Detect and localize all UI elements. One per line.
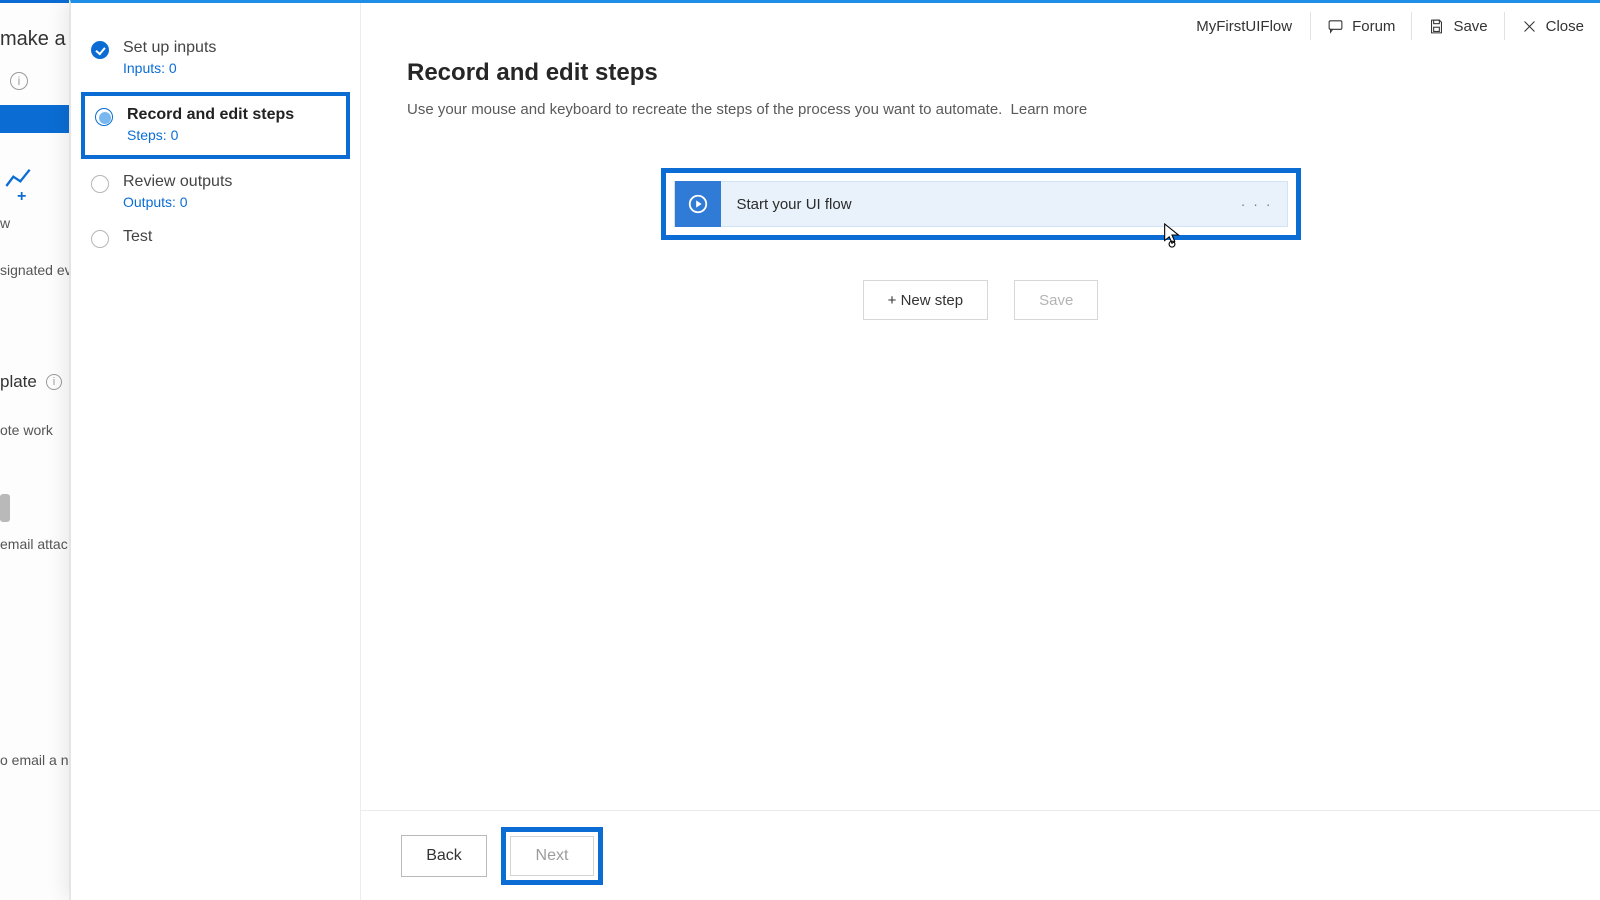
bg-text-fragment: make a flo [0,28,70,51]
background-page: make a flo i + w signated even plate i o… [0,0,70,900]
wizard-step-record[interactable]: Record and edit steps Steps: 0 [81,92,350,159]
info-icon: i [46,374,62,390]
step-subtitle: Steps: 0 [127,127,346,143]
bg-text-fragment: ote work [0,422,53,438]
step-subtitle: Inputs: 0 [123,60,360,76]
back-button[interactable]: Back [401,835,487,877]
start-flow-highlight: Start your UI flow · · · [661,168,1301,240]
bg-button-fragment [0,494,10,522]
new-step-button[interactable]: + New step [863,280,988,320]
step-title: Test [123,228,360,246]
learn-more-link[interactable]: Learn more [1011,101,1088,118]
wizard-sidebar: Set up inputs Inputs: 0 Record and edit … [71,3,361,900]
step-title: Review outputs [123,173,360,191]
wizard-step-test[interactable]: Test [71,220,360,256]
step-active-icon [95,108,113,126]
page-description: Use your mouse and keyboard to recreate … [407,101,1560,118]
bg-accent-bar [0,0,70,3]
bg-text-fragment: email attac [0,536,68,552]
panel-footer: Back Next [361,810,1600,900]
bg-text-fragment: plate [0,372,37,392]
step-pending-icon [91,175,109,193]
step-subtitle: Outputs: 0 [123,194,360,210]
ui-flow-panel: MyFirstUIFlow Forum Save Close Set up in… [70,0,1600,900]
step-title: Set up inputs [123,39,360,57]
main-content: Record and edit steps Use your mouse and… [361,3,1600,810]
start-flow-card[interactable]: Start your UI flow · · · [674,181,1288,227]
play-record-icon [675,181,721,227]
step-title: Record and edit steps [127,106,346,124]
step-complete-icon [91,41,109,59]
start-flow-label: Start your UI flow [721,196,1227,213]
description-text: Use your mouse and keyboard to recreate … [407,101,1002,118]
back-button-wrap: Back [401,835,487,877]
step-pending-icon [91,230,109,248]
page-title: Record and edit steps [407,59,1560,87]
card-more-menu[interactable]: · · · [1227,196,1287,212]
plus-icon: + [17,188,26,206]
wizard-step-outputs[interactable]: Review outputs Outputs: 0 [71,165,360,220]
info-icon: i [10,72,28,90]
bg-text-fragment: w [0,215,10,231]
next-button: Next [510,836,594,876]
wizard-step-inputs[interactable]: Set up inputs Inputs: 0 [71,31,360,86]
bg-text-fragment: o email a ne [0,752,70,768]
next-button-highlight: Next [501,827,603,885]
bg-selected-nav [0,105,70,133]
save-flow-button: Save [1014,280,1098,320]
bg-text-fragment: signated even [0,262,70,278]
action-row: + New step Save [401,280,1560,320]
